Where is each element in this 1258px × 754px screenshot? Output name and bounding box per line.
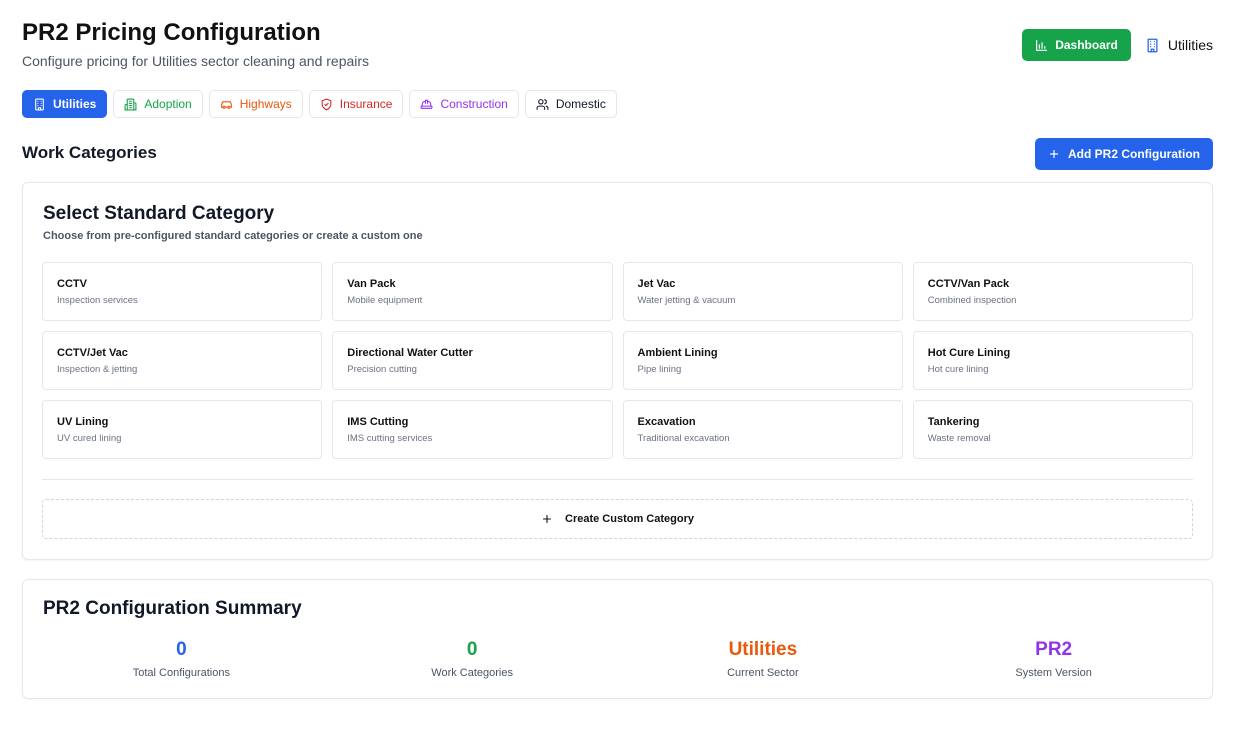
tab-label: Utilities — [53, 97, 97, 111]
tab-label: Highways — [239, 97, 292, 111]
category-description: Inspection services — [57, 295, 138, 306]
category-name: Ambient Lining — [637, 347, 718, 359]
category-description: UV cured lining — [57, 433, 122, 444]
category-description: Water jetting & vacuum — [637, 295, 736, 306]
category-card-ims-cutting[interactable]: IMS Cutting IMS cutting services — [332, 400, 613, 459]
stat-label: System Version — [1015, 667, 1092, 679]
category-name: IMS Cutting — [347, 416, 409, 428]
category-card-directional-water-cutter[interactable]: Directional Water Cutter Precision cuttin… — [332, 331, 613, 390]
category-card-cctv-jet-vac[interactable]: CCTV/Jet Vac Inspection & jetting — [42, 331, 323, 390]
select-category-card: Select Standard Category Choose from pre… — [22, 182, 1213, 560]
category-card-cctv-van-pack[interactable]: CCTV/Van Pack Combined inspection — [912, 262, 1193, 321]
work-categories-title: Work Categories — [22, 143, 157, 162]
summary-title: PR2 Configuration Summary — [43, 598, 302, 619]
add-button-label: Add PR2 Configuration — [1068, 147, 1200, 161]
summary-stats: 0 Total Configurations 0 Work Categories… — [36, 639, 1199, 679]
utilities-link[interactable]: Utilities — [1145, 37, 1213, 53]
stat-current-sector: Utilities Current Sector — [618, 639, 909, 679]
hard-hat-icon — [420, 99, 433, 109]
tab-label: Domestic — [555, 97, 606, 111]
divider — [42, 479, 1193, 480]
create-custom-category-label: Create Custom Category — [565, 513, 694, 525]
category-card-uv-lining[interactable]: UV Lining UV cured lining — [42, 400, 323, 459]
users-icon — [536, 98, 549, 110]
header-actions: Dashboard Utilities — [1022, 29, 1213, 61]
stat-value: Utilities — [728, 639, 798, 660]
stat-value: PR2 — [1035, 639, 1073, 660]
tab-label: Insurance — [339, 97, 393, 111]
category-description: Inspection & jetting — [57, 364, 138, 375]
utilities-link-label: Utilities — [1167, 37, 1213, 53]
stat-value: 0 — [466, 639, 478, 660]
category-name: CCTV/Jet Vac — [57, 347, 128, 359]
page-header: PR2 Pricing Configuration Configure pric… — [22, 18, 1213, 72]
building-2-icon — [124, 98, 137, 110]
summary-card: PR2 Configuration Summary 0 Total Config… — [22, 579, 1213, 699]
car-icon — [220, 100, 232, 109]
stat-work-categories: 0 Work Categories — [327, 639, 618, 679]
category-description: Pipe lining — [637, 364, 682, 375]
stat-label: Work Categories — [431, 667, 513, 679]
tab-insurance[interactable]: Insurance — [308, 90, 404, 118]
category-name: CCTV — [57, 278, 87, 290]
dashboard-button[interactable]: Dashboard — [1022, 29, 1131, 61]
bar-chart-icon — [1036, 39, 1048, 51]
building-icon — [35, 98, 44, 110]
category-card-ambient-lining[interactable]: Ambient Lining Pipe lining — [622, 331, 903, 390]
category-name: Jet Vac — [637, 278, 676, 290]
category-name: Tankering — [927, 416, 980, 428]
category-name: Van Pack — [347, 278, 396, 290]
category-card-jet-vac[interactable]: Jet Vac Water jetting & vacuum — [622, 262, 903, 321]
card-description: Choose from pre-configured standard cate… — [43, 230, 423, 242]
shield-icon — [321, 98, 332, 111]
category-description: Precision cutting — [347, 364, 417, 375]
category-name: UV Lining — [57, 416, 109, 428]
tab-adoption[interactable]: Adoption — [113, 90, 203, 118]
category-description: Combined inspection — [927, 295, 1017, 306]
category-description: Hot cure lining — [927, 364, 989, 375]
stat-value: 0 — [176, 639, 187, 660]
tab-highways[interactable]: Highways — [208, 90, 303, 118]
category-description: Traditional excavation — [637, 433, 730, 444]
category-card-hot-cure-lining[interactable]: Hot Cure Lining Hot cure lining — [912, 331, 1193, 390]
stat-system-version: PR2 System Version — [908, 639, 1199, 679]
create-custom-category-button[interactable]: Create Custom Category — [42, 499, 1193, 539]
building-icon — [1147, 38, 1158, 52]
add-pr2-configuration-button[interactable]: Add PR2 Configuration — [1035, 138, 1213, 170]
card-title: Select Standard Category — [43, 203, 275, 224]
plus-icon — [542, 514, 552, 524]
category-name: Hot Cure Lining — [927, 347, 1011, 359]
category-card-van-pack[interactable]: Van Pack Mobile equipment — [332, 262, 613, 321]
tab-utilities[interactable]: Utilities — [22, 90, 108, 118]
category-grid: CCTV Inspection services Van Pack Mobile e… — [42, 262, 1193, 459]
category-description: IMS cutting services — [347, 433, 433, 444]
tab-label: Adoption — [144, 97, 192, 111]
category-name: CCTV/Van Pack — [927, 278, 1010, 290]
tab-label: Construction — [440, 97, 508, 111]
category-card-excavation[interactable]: Excavation Traditional excavation — [622, 400, 903, 459]
category-card-tankering[interactable]: Tankering Waste removal — [912, 400, 1193, 459]
sector-tabs: Utilities Adoption Highways Insurance Co… — [22, 90, 617, 118]
category-description: Mobile equipment — [347, 295, 423, 306]
plus-icon — [1049, 149, 1059, 159]
category-description: Waste removal — [927, 433, 991, 444]
stat-label: Total Configurations — [132, 667, 230, 679]
stat-label: Current Sector — [727, 667, 799, 679]
category-name: Directional Water Cutter — [347, 347, 473, 359]
category-name: Excavation — [637, 416, 696, 428]
tab-domestic[interactable]: Domestic — [524, 90, 617, 118]
dashboard-button-label: Dashboard — [1055, 38, 1118, 52]
tab-construction[interactable]: Construction — [409, 90, 519, 118]
category-card-cctv[interactable]: CCTV Inspection services — [42, 262, 323, 321]
stat-total-configurations: 0 Total Configurations — [36, 639, 327, 679]
